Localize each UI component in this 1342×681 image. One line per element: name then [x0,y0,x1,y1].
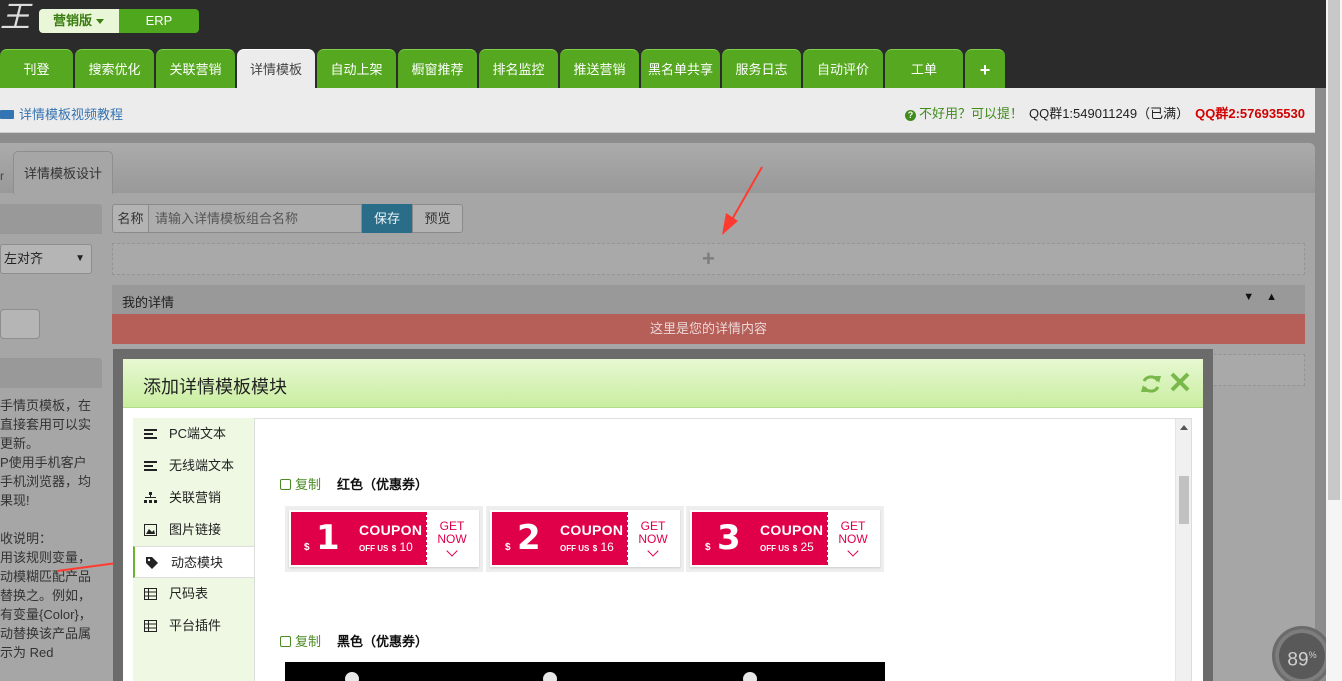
preview-button[interactable]: 预览 [412,204,463,233]
section-red-coupon-header: 复制 红色（优惠券） [280,474,428,493]
caret-down-icon [96,19,105,25]
dialog-scrollbar[interactable] [1175,419,1191,681]
tab-publish[interactable]: 刊登 [0,49,73,88]
qq-group-2: QQ群2:576935530 [1195,106,1305,121]
left-help-header [0,358,102,388]
tab-add[interactable]: + [965,49,1005,88]
left-panel-header [0,204,102,234]
scroll-thumb[interactable] [1179,476,1189,524]
coupon-card[interactable]: $ 2 COUPON OFF US $ 16 GET NOW [486,506,684,572]
name-row: 名称 请输入详情模板组合名称 保存 预览 [112,204,463,233]
tab-related-marketing[interactable]: 关联营销 [156,49,235,88]
image-icon [144,524,157,536]
tab-template-design[interactable]: 详情模板设计 [13,151,113,194]
dialog-header: 添加详情模板模块 [123,359,1203,408]
video-camera-icon [0,110,14,119]
logo: 王 [0,0,30,35]
align-left-icon [144,429,157,439]
section-name: 黑色（优惠券） [337,634,429,649]
tab-detail-template[interactable]: 详情模板 [237,49,315,88]
feedback-link[interactable]: ? 不好用？可以提！ [904,106,1023,121]
module-sidebar: PC端文本 无线端文本 关联营销 图片链接 动态模块 尺码表 平台插件 [133,418,254,681]
sidebar-item-pc-text[interactable]: PC端文本 [133,418,254,450]
annotation-arrow-icon [722,166,763,235]
coupon-card[interactable]: $ 1 COUPON OFF US $ 10 GET NOW [285,506,483,572]
black-coupon-preview[interactable] [285,662,885,681]
edition-erp[interactable]: ERP [119,9,199,33]
section-black-coupon-header: 复制 黑色（优惠券） [280,631,428,650]
refresh-icon[interactable] [1140,373,1162,395]
left-input[interactable] [0,309,40,339]
sidebar-item-size-chart[interactable]: 尺码表 [133,578,254,610]
previous-tab-stub[interactable]: r [0,169,4,183]
tag-icon [146,557,158,569]
copy-icon [280,636,291,647]
name-input[interactable]: 请输入详情模板组合名称 [149,204,362,233]
tab-auto-review[interactable]: 自动评价 [803,49,883,88]
collapse-controls[interactable]: ▼▲ [1243,291,1289,303]
support-info: ? 不好用？可以提！ QQ群1:549011249（已满） QQ群2:57693553… [904,103,1305,122]
chevron-down-icon [647,545,659,557]
tab-blacklist-share[interactable]: 黑名单共享 [641,49,720,88]
sidebar-item-mobile-text[interactable]: 无线端文本 [133,450,254,482]
tab-rank-monitor[interactable]: 排名监控 [479,49,558,88]
second-add-zone[interactable] [1204,354,1305,386]
copy-button[interactable]: 复制 [280,634,321,649]
sidebar-item-image-link[interactable]: 图片链接 [133,514,254,546]
my-details-title: 我的详情 [122,295,175,310]
table-icon [144,588,157,600]
sub-bar: 详情模板视频教程 ? 不好用？可以提！ QQ群1:549011249（已满） QQ群2… [0,88,1315,133]
tab-search-optimize[interactable]: 搜索优化 [75,49,154,88]
sidebar-item-platform-plugin[interactable]: 平台插件 [133,610,254,642]
my-details-content[interactable]: 这里是您的详情内容 [112,314,1305,344]
tab-push-marketing[interactable]: 推送营销 [560,49,639,88]
chevron-down-icon [446,545,458,557]
module-content: 复制 红色（优惠券） $ 1 COUPON OFF US $ 10 GET NOW … [254,418,1192,681]
top-header: 王 营销版 ERP 刊登 搜索优化 关联营销 详情模板 自动上架 橱窗推荐 排名… [0,0,1342,88]
chevron-down-icon [847,545,859,557]
sidebar-item-related-marketing[interactable]: 关联营销 [133,482,254,514]
coupon-card[interactable]: $ 3 COUPON OFF US $ 25 GET NOW [686,506,884,572]
copy-icon [280,479,291,490]
edition-selected[interactable]: 营销版 [39,9,119,33]
scroll-up-icon[interactable] [1180,425,1188,430]
edition-switcher[interactable]: 营销版 ERP [39,9,199,33]
add-module-dialog: 添加详情模板模块 PC端文本 无线端文本 关联营销 图片链接 动态模块 尺码表 … [123,359,1203,681]
copy-button[interactable]: 复制 [280,477,321,492]
table-icon [144,620,157,632]
name-label: 名称 [112,204,149,233]
align-left-icon [144,461,157,471]
section-name: 红色（优惠券） [337,477,429,492]
page-scroll-thumb[interactable] [1328,0,1340,500]
dialog-title: 添加详情模板模块 [143,377,287,397]
help-text: 手情页模板，在 直接套用可以实 更新。 P使用手机客户 手机浏览器，均 果现! … [0,398,92,660]
tab-work-order[interactable]: 工单 [885,49,963,88]
my-details-header: 我的详情 ▼▲ [112,285,1305,314]
close-icon[interactable] [1169,371,1191,393]
save-button[interactable]: 保存 [362,204,412,233]
video-tutorial-link[interactable]: 详情模板视频教程 [0,104,123,123]
tab-service-log[interactable]: 服务日志 [722,49,801,88]
sitemap-icon [144,492,157,503]
speed-gauge[interactable]: 89% [1272,626,1332,681]
dropdown-arrow-icon: ▼ [75,253,85,264]
plus-icon: + [702,246,715,271]
main-tabs-bar: r 详情模板设计 [0,143,1315,194]
qq-group-1: QQ群1:549011249（已满） [1028,106,1190,121]
tab-window-recommend[interactable]: 橱窗推荐 [398,49,477,88]
question-icon: ? [904,110,916,121]
page-scrollbar[interactable] [1326,0,1342,681]
add-module-zone[interactable]: + [112,243,1305,275]
align-select[interactable]: 左对齐 ▼ [0,244,92,274]
sidebar-item-dynamic-module[interactable]: 动态模块 [133,546,254,578]
tab-auto-listing[interactable]: 自动上架 [317,49,396,88]
